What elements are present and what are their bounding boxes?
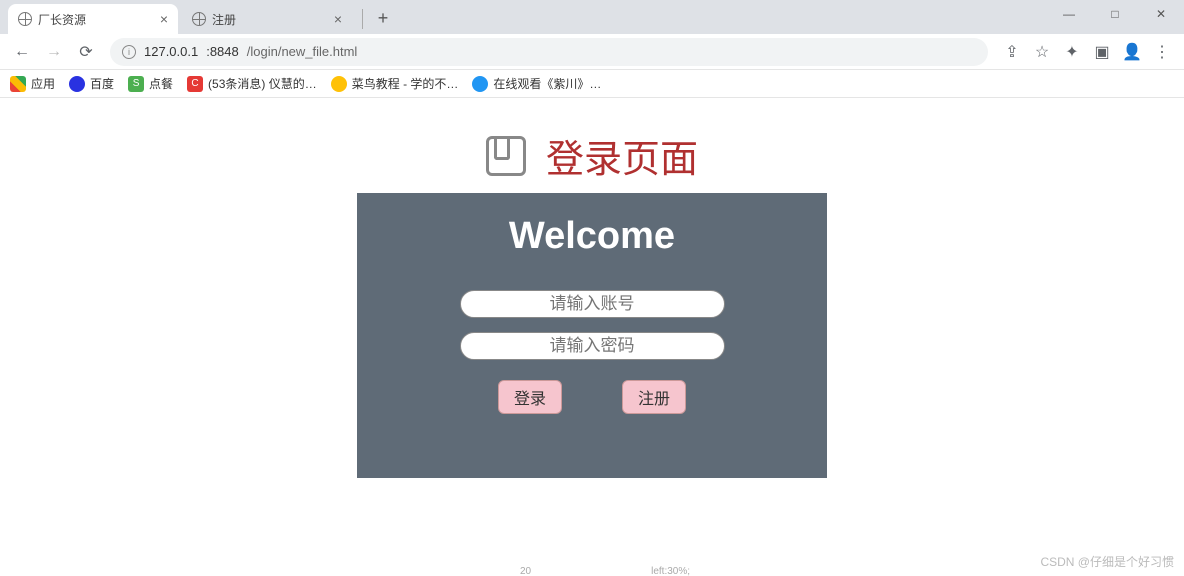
page-title-row: 登录页面 bbox=[486, 128, 698, 183]
profile-icon[interactable]: 👤 bbox=[1118, 38, 1146, 66]
username-input[interactable] bbox=[460, 290, 725, 318]
new-tab-button[interactable]: + bbox=[369, 4, 397, 32]
globe-icon bbox=[18, 12, 32, 26]
bookmark-icon bbox=[472, 76, 488, 92]
address-path: /login/new_file.html bbox=[247, 44, 358, 59]
welcome-heading: Welcome bbox=[509, 215, 675, 258]
site-info-icon[interactable]: i bbox=[122, 45, 136, 59]
page-content: 登录页面 Welcome 登录 注册 bbox=[0, 98, 1184, 576]
window-controls: — □ ✕ bbox=[1046, 0, 1184, 28]
minimize-button[interactable]: — bbox=[1046, 0, 1092, 28]
close-window-button[interactable]: ✕ bbox=[1138, 0, 1184, 28]
address-bar[interactable]: i 127.0.0.1 :8848/login/new_file.html bbox=[110, 38, 988, 66]
tab-strip: 厂长资源 × 注册 × + bbox=[0, 0, 1184, 34]
page-title: 登录页面 bbox=[546, 128, 698, 183]
bookmark-item[interactable]: S 点餐 bbox=[128, 75, 173, 92]
back-button[interactable]: ← bbox=[8, 38, 36, 66]
close-icon[interactable]: × bbox=[160, 11, 168, 27]
save-icon bbox=[486, 136, 526, 176]
tab-inactive[interactable]: 注册 × bbox=[182, 4, 352, 34]
address-port: :8848 bbox=[206, 44, 239, 59]
bookmark-icon bbox=[69, 76, 85, 92]
tab-title: 厂长资源 bbox=[38, 11, 154, 28]
share-icon[interactable]: ⇪ bbox=[998, 38, 1026, 66]
bookmark-label: 点餐 bbox=[149, 75, 173, 92]
bookmark-item[interactable]: C (53条消息) 仪慧的… bbox=[187, 75, 317, 92]
bookmark-item[interactable]: 百度 bbox=[69, 75, 114, 92]
bookmark-label: 应用 bbox=[31, 75, 55, 92]
forward-button[interactable]: → bbox=[40, 38, 68, 66]
address-host: 127.0.0.1 bbox=[144, 44, 198, 59]
menu-icon[interactable]: ⋮ bbox=[1148, 38, 1176, 66]
tab-title: 注册 bbox=[212, 11, 328, 28]
bookmark-label: 在线观看《紫川》… bbox=[493, 75, 601, 92]
tab-divider bbox=[362, 9, 363, 29]
bookmarks-bar: 应用 百度 S 点餐 C (53条消息) 仪慧的… 菜鸟教程 - 学的不… 在线观看《紫川》… bbox=[0, 70, 1184, 98]
bookmark-icon: S bbox=[128, 76, 144, 92]
password-input[interactable] bbox=[460, 332, 725, 360]
extensions-icon[interactable]: ✦ bbox=[1058, 38, 1086, 66]
close-icon[interactable]: × bbox=[334, 11, 342, 27]
tab-active[interactable]: 厂长资源 × bbox=[8, 4, 178, 34]
toolbar: ← → ⟳ i 127.0.0.1 :8848/login/new_file.ht… bbox=[0, 34, 1184, 70]
bookmark-icon bbox=[10, 76, 26, 92]
button-row: 登录 注册 bbox=[498, 380, 686, 414]
bookmark-label: 百度 bbox=[90, 75, 114, 92]
star-icon[interactable]: ☆ bbox=[1028, 38, 1056, 66]
reload-button[interactable]: ⟳ bbox=[72, 38, 100, 66]
bookmark-label: (53条消息) 仪慧的… bbox=[208, 75, 317, 92]
bookmark-label: 菜鸟教程 - 学的不… bbox=[352, 75, 459, 92]
globe-icon bbox=[192, 12, 206, 26]
bookmark-icon bbox=[331, 76, 347, 92]
login-button[interactable]: 登录 bbox=[498, 380, 562, 414]
login-card: Welcome 登录 注册 bbox=[357, 193, 827, 478]
maximize-button[interactable]: □ bbox=[1092, 0, 1138, 28]
bookmark-item[interactable]: 菜鸟教程 - 学的不… bbox=[331, 75, 459, 92]
bookmark-item[interactable]: 应用 bbox=[10, 75, 55, 92]
register-button[interactable]: 注册 bbox=[622, 380, 686, 414]
bookmark-item[interactable]: 在线观看《紫川》… bbox=[472, 75, 601, 92]
bottom-edge: 20 left:30%; bbox=[0, 566, 1184, 576]
bookmark-icon: C bbox=[187, 76, 203, 92]
panel-icon[interactable]: ▣ bbox=[1088, 38, 1116, 66]
